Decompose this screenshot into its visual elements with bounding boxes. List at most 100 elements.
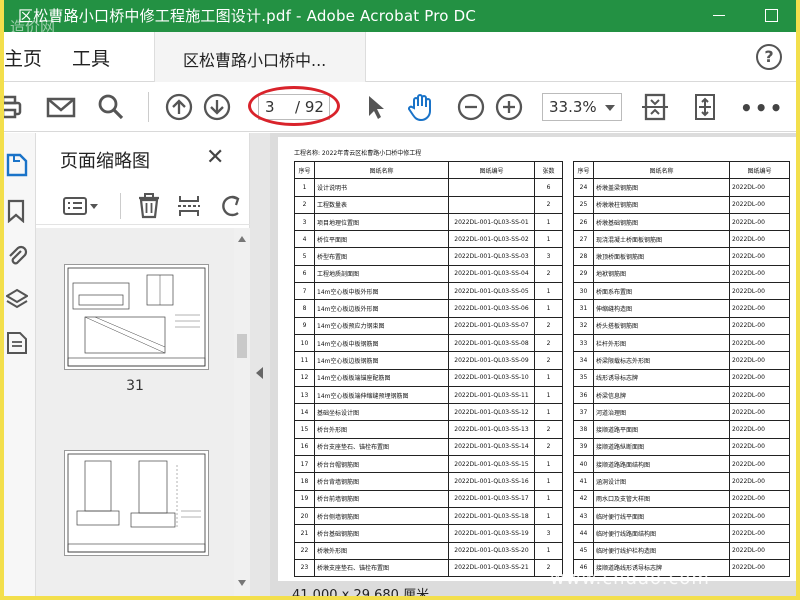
table-row: 6 工程地质剖面图 2022DL-001-QL03-SS-04 2 29 地袱钢筋图 202…: [294, 264, 790, 284]
table-cell: 桥台外形图: [314, 420, 449, 439]
zoom-select[interactable]: 33.3%: [542, 93, 622, 121]
collapse-arrow-icon[interactable]: [256, 367, 263, 379]
full-screen-icon[interactable]: [690, 92, 720, 122]
delete-page-icon[interactable]: [136, 193, 162, 219]
attachment-icon[interactable]: [6, 243, 28, 267]
column-gap: [562, 351, 574, 370]
column-gap: [562, 524, 574, 543]
table-cell: 临时便行线路面结构图: [593, 524, 730, 543]
table-cell: 临时便行线护栏构造图: [593, 541, 730, 560]
table-cell: 22: [294, 541, 315, 560]
minimize-icon[interactable]: [710, 6, 728, 24]
column-gap: [562, 490, 574, 508]
header-cell: 张数: [534, 160, 563, 180]
table-cell: 1: [534, 368, 563, 387]
search-icon[interactable]: [96, 92, 126, 122]
table-row: 20 桥台侧墙钢筋图 2022DL-001-QL03-SS-18 1 43 临时便行线平面…: [294, 506, 790, 526]
table-cell: 1: [534, 506, 563, 526]
tab-home[interactable]: 主页: [4, 44, 42, 71]
table-cell: 1: [534, 455, 563, 474]
table-cell: 桥位平面图: [314, 230, 449, 249]
table-cell: 14m空心板板端锚座配筋图: [314, 368, 449, 387]
thumbnail-scrollbar[interactable]: [234, 228, 250, 596]
previous-page-icon[interactable]: [164, 92, 194, 122]
table-cell: 1: [534, 282, 563, 301]
scroll-thumb[interactable]: [237, 334, 247, 358]
table-cell: 2: [534, 420, 563, 439]
table-cell: 12: [294, 368, 315, 387]
table-cell: 9: [294, 316, 315, 335]
table-cell: 45: [573, 541, 594, 560]
table-row: 5 桥型布置图 2022DL-001-QL03-SS-03 3 28 墩顶桥面板钢筋图 20…: [294, 247, 790, 266]
table-cell: 21: [294, 524, 315, 543]
email-icon[interactable]: [46, 92, 76, 122]
table-cell: 20: [294, 506, 315, 526]
column-gap: [562, 403, 574, 421]
column-gap: [562, 178, 574, 197]
close-icon[interactable]: ✕: [206, 147, 224, 169]
thumbnail-options-icon[interactable]: [62, 193, 102, 219]
column-gap: [562, 230, 574, 248]
table-cell: 10: [294, 333, 315, 353]
zoom-in-icon[interactable]: [494, 92, 524, 122]
table-cell: 2022DL-00: [729, 403, 790, 422]
print-icon[interactable]: [4, 92, 26, 122]
page-thumbnail[interactable]: [64, 450, 209, 556]
help-icon[interactable]: ?: [756, 44, 782, 70]
next-page-icon[interactable]: [202, 92, 232, 122]
rotate-page-icon[interactable]: [218, 193, 244, 219]
tab-document-label: 区松曹路小口桥中...: [183, 51, 327, 70]
table-cell: 桥墩支座垫石、锚栓布置图: [314, 558, 449, 578]
table-cell: 2022DL-00: [729, 333, 790, 353]
select-cursor-icon[interactable]: [360, 92, 390, 122]
table-row: 9 14m空心板预应力钢束图 2022DL-001-QL03-SS-07 2 32 桥头搭…: [294, 316, 790, 335]
table-cell: 37: [573, 403, 594, 422]
scroll-up-icon[interactable]: [238, 236, 246, 242]
table-cell: 2: [534, 437, 563, 457]
table-cell: 2022DL-00: [729, 299, 790, 318]
table-cell: 5: [294, 247, 315, 266]
page-thumbnails-icon[interactable]: [6, 153, 28, 177]
tab-tools[interactable]: 工具: [72, 44, 110, 71]
zoom-out-icon[interactable]: [456, 92, 486, 122]
table-cell: 39: [573, 437, 594, 457]
table-cell: 14m空心板边板钢筋图: [314, 351, 449, 370]
hand-tool-icon[interactable]: [406, 92, 436, 122]
table-row: 8 14m空心板边板外形图 2022DL-001-QL03-SS-06 1 31 伸缩缝构…: [294, 299, 790, 318]
page-thumbnail[interactable]: [64, 264, 209, 370]
table-cell: 28: [573, 247, 594, 266]
maximize-icon[interactable]: [762, 6, 780, 24]
table-cell: 接顺道路路面结构图: [593, 455, 730, 474]
thumbnail-drawing: [67, 267, 206, 367]
drawing-index-table: 序号 图纸名称 图纸编号 张数 序号 图纸名称 图纸编号 1 设计说明书 6 24 桥墩…: [294, 160, 790, 578]
table-cell: 桥梁信息牌: [593, 385, 730, 405]
table-cell: 36: [573, 385, 594, 405]
extract-page-icon[interactable]: [176, 193, 202, 219]
table-cell: 2022DL-001-QL03-SS-02: [448, 230, 535, 249]
table-cell: 桥台背墙钢筋图: [314, 472, 449, 491]
thumbnail-toolbar: [36, 185, 250, 225]
table-cell: 1: [534, 299, 563, 318]
thumbnail-page-number: 31: [126, 378, 144, 394]
header-cell: 图纸编号: [448, 160, 535, 180]
header-cell: 序号: [573, 160, 594, 180]
table-cell: 2022DL-00: [729, 385, 790, 405]
table-cell: 2022DL-00: [729, 195, 790, 214]
panel-collapse-strip[interactable]: [250, 133, 270, 596]
table-cell: 项目地理位置图: [314, 212, 449, 232]
more-tools-icon[interactable]: •••: [740, 96, 784, 120]
column-gap: [562, 247, 574, 266]
table-cell: 2022DL-00: [729, 316, 790, 335]
table-row: 12 14m空心板板端锚座配筋图 2022DL-001-QL03-SS-10 1 35 线…: [294, 368, 790, 387]
bookmark-icon[interactable]: [6, 199, 28, 223]
scroll-down-icon[interactable]: [238, 580, 246, 586]
table-cell: 2022DL-00: [729, 351, 790, 370]
layers-icon[interactable]: [6, 287, 28, 311]
table-row: 19 桥台前墙钢筋图 2022DL-001-QL03-SS-17 1 42 雨水口及支管大…: [294, 489, 790, 508]
table-cell: 34: [573, 351, 594, 370]
fit-page-icon[interactable]: [640, 92, 670, 122]
header-cell: 序号: [294, 160, 315, 180]
document-icon[interactable]: [6, 331, 28, 355]
tab-document[interactable]: 区松曹路小口桥中...: [154, 32, 366, 82]
table-cell: 4: [294, 230, 315, 249]
